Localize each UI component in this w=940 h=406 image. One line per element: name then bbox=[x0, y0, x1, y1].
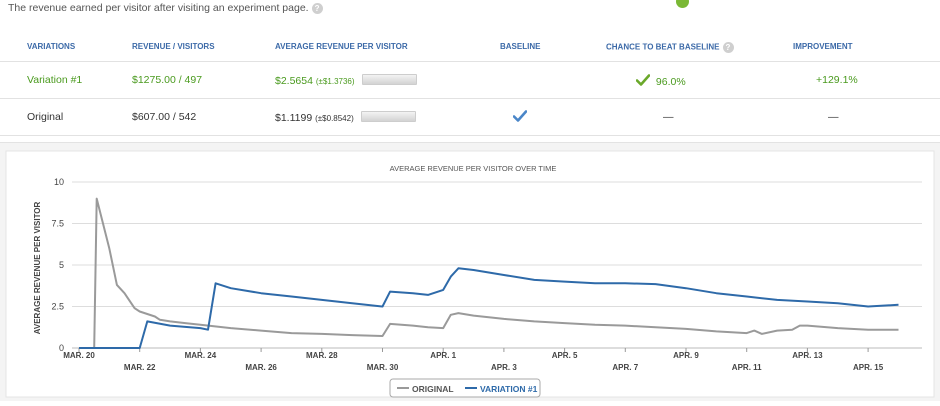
revenue-visitors-value: $1275.00 / 497 bbox=[132, 74, 203, 86]
chart-title: AVERAGE REVENUE PER VISITOR OVER TIME bbox=[390, 164, 557, 173]
chance-value: — bbox=[663, 111, 674, 123]
chart-panel: AVERAGE REVENUE PER VISITOR OVER TIME AV… bbox=[0, 142, 940, 401]
avg-revenue-value: $1.1199 bbox=[275, 112, 313, 124]
y-tick-label: 7.5 bbox=[51, 219, 64, 229]
revenue-visitors-value: $607.00 / 542 bbox=[132, 111, 197, 123]
x-tick-label: MAR. 28 bbox=[306, 351, 338, 360]
checkmark-icon bbox=[512, 110, 528, 122]
avg-revenue-cell: $2.5654 (±$1.3736) bbox=[275, 74, 417, 87]
y-tick-label: 5 bbox=[59, 260, 64, 270]
table-header: VARIATIONS REVENUE / VISITORS AVERAGE RE… bbox=[0, 34, 940, 62]
revenue-chart: AVERAGE REVENUE PER VISITOR OVER TIME AV… bbox=[5, 150, 935, 398]
x-tick-label: APR. 9 bbox=[673, 351, 699, 360]
y-tick-label: 10 bbox=[54, 177, 64, 187]
x-tick-label: APR. 5 bbox=[552, 351, 578, 360]
description-text: The revenue earned per visitor after vis… bbox=[8, 2, 309, 14]
legend-label-original[interactable]: ORIGINAL bbox=[412, 384, 454, 394]
improvement-value: +129.1% bbox=[816, 74, 858, 86]
results-table: VARIATIONS REVENUE / VISITORS AVERAGE RE… bbox=[0, 34, 940, 136]
x-tick-label: APR. 1 bbox=[430, 351, 456, 360]
avg-revenue-cell: $1.1199 (±$0.8542) bbox=[275, 111, 416, 124]
column-header-chance[interactable]: CHANCE TO BEAT BASELINE? bbox=[606, 42, 734, 53]
column-header-revenue-visitors[interactable]: REVENUE / VISITORS bbox=[132, 42, 215, 51]
green-checkmark-icon bbox=[635, 74, 651, 86]
confidence-bar bbox=[360, 111, 416, 122]
legend-label-variation[interactable]: VARIATION #1 bbox=[480, 384, 538, 394]
x-tick-label: APR. 15 bbox=[853, 363, 884, 372]
confidence-bar bbox=[361, 74, 417, 85]
x-tick-label: APR. 7 bbox=[612, 363, 638, 372]
status-indicator-icon bbox=[676, 0, 689, 8]
chart-legend[interactable]: ORIGINAL VARIATION #1 bbox=[389, 378, 541, 398]
column-header-avg-revenue[interactable]: AVERAGE REVENUE PER VISITOR bbox=[275, 42, 408, 51]
table-row: Variation #1 $1275.00 / 497 $2.5654 (±$1… bbox=[0, 62, 940, 99]
column-header-variations[interactable]: VARIATIONS bbox=[27, 42, 75, 51]
help-icon[interactable]: ? bbox=[722, 42, 734, 53]
x-tick-label: MAR. 22 bbox=[124, 363, 156, 372]
x-tick-label: APR. 13 bbox=[792, 351, 823, 360]
improvement-value: — bbox=[828, 111, 839, 123]
x-tick-label: APR. 3 bbox=[491, 363, 517, 372]
chance-cell: 96.0% bbox=[635, 74, 686, 88]
variation-name[interactable]: Original bbox=[27, 111, 63, 123]
x-tick-label: MAR. 26 bbox=[245, 363, 277, 372]
plot-background bbox=[5, 150, 935, 398]
column-header-improvement[interactable]: IMPROVEMENT bbox=[793, 42, 853, 51]
table-row: Original $607.00 / 542 $1.1199 (±$0.8542… bbox=[0, 99, 940, 136]
chance-value: 96.0% bbox=[655, 76, 686, 88]
baseline-check-cell bbox=[512, 110, 528, 125]
avg-revenue-error: (±$0.8542) bbox=[315, 114, 354, 123]
help-icon[interactable]: ? bbox=[311, 2, 323, 14]
x-tick-label: MAR. 20 bbox=[63, 351, 95, 360]
column-header-baseline[interactable]: BASELINE bbox=[500, 42, 540, 51]
x-tick-label: MAR. 30 bbox=[367, 363, 399, 372]
variation-name[interactable]: Variation #1 bbox=[27, 74, 82, 86]
avg-revenue-value: $2.5654 bbox=[275, 75, 313, 87]
x-tick-label: APR. 11 bbox=[732, 363, 762, 372]
y-axis-label: AVERAGE REVENUE PER VISITOR bbox=[33, 201, 42, 334]
y-tick-label: 2.5 bbox=[51, 302, 64, 312]
x-tick-label: MAR. 24 bbox=[185, 351, 217, 360]
chance-header-label: CHANCE TO BEAT BASELINE bbox=[606, 42, 720, 52]
avg-revenue-error: (±$1.3736) bbox=[315, 77, 355, 86]
metric-description: The revenue earned per visitor after vis… bbox=[8, 2, 323, 14]
